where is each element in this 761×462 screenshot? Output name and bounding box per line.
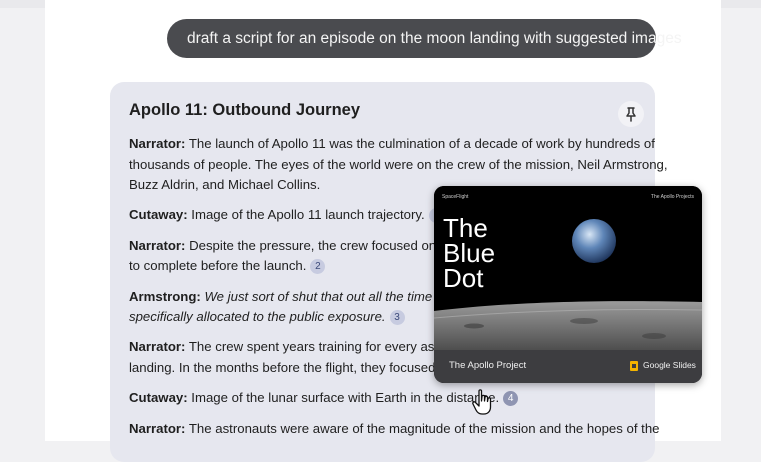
quote-text: specifically allocated to the public exp… <box>129 309 386 324</box>
line-text: The crew spent years training for every … <box>185 339 474 354</box>
line-text: landing. In the months before the flight… <box>129 360 469 375</box>
citation-chip[interactable]: 3 <box>389 310 405 325</box>
slide-title-line: Dot <box>443 263 484 293</box>
script-line: Narrator: The crew spent years training … <box>129 339 474 354</box>
line-text: thousands of people. The eyes of the wor… <box>129 157 668 172</box>
line-text: Image of the lunar surface with Earth in… <box>187 390 500 405</box>
speaker-label: Narrator: <box>129 136 186 151</box>
line-text: Despite the pressure, the crew focused o… <box>185 238 473 253</box>
script-line: Narrator: Despite the pressure, the crew… <box>129 238 473 253</box>
pin-icon <box>626 107 636 122</box>
app-name-label: Google Slides <box>643 360 696 370</box>
script-line: Buzz Aldrin, and Michael Collins. <box>129 177 320 192</box>
presentation-title: The Apollo Project <box>449 360 527 371</box>
slide-project-label: The Apollo Projects <box>650 194 694 200</box>
slides-preview-card[interactable]: SpaceFlight The Apollo Projects The Blue… <box>434 186 702 383</box>
script-line: Cutaway: Image of the lunar surface with… <box>129 390 519 406</box>
speaker-label: Narrator: <box>129 238 186 253</box>
speaker-label: Narrator: <box>129 339 186 354</box>
script-line: Narrator: The astronauts were aware of t… <box>129 421 660 436</box>
script-line: Armstrong: We just sort of shut that out… <box>129 289 468 304</box>
line-text: Image of the Apollo 11 launch trajectory… <box>187 207 425 222</box>
line-text: Buzz Aldrin, and Michael Collins. <box>129 177 321 192</box>
google-slides-icon <box>630 361 638 371</box>
citation-chip[interactable]: 2 <box>310 259 326 274</box>
line-text: The astronauts were aware of the magnitu… <box>185 421 660 436</box>
slide-brand-label: SpaceFlight <box>442 194 469 200</box>
script-line: Cutaway: Image of the Apollo 11 launch t… <box>129 207 444 223</box>
hand-pointer-icon <box>472 389 492 415</box>
script-line: to complete before the launch. 2 <box>129 258 326 274</box>
quote-text: We just sort of shut that out all the ti… <box>200 289 469 304</box>
script-line: specifically allocated to the public exp… <box>129 309 405 325</box>
slide-title: The Blue Dot <box>443 215 495 293</box>
user-prompt-bubble: draft a script for an episode on the moo… <box>167 19 682 58</box>
line-text: to complete before the launch. <box>129 258 307 273</box>
slide-thumbnail[interactable]: SpaceFlight The Apollo Projects The Blue… <box>434 186 702 350</box>
preview-footer[interactable]: The Apollo Project Google Slides <box>434 350 702 383</box>
script-line: thousands of people. The eyes of the wor… <box>129 157 668 172</box>
script-line: landing. In the months before the flight… <box>129 360 468 375</box>
response-title: Apollo 11: Outbound Journey <box>129 101 360 119</box>
speaker-label: Cutaway: <box>129 207 188 222</box>
line-text: The launch of Apollo 11 was the culminat… <box>185 136 655 151</box>
citation-chip[interactable]: 4 <box>503 391 519 406</box>
speaker-label: Cutaway: <box>129 390 188 405</box>
script-line: Narrator: The launch of Apollo 11 was th… <box>129 136 655 151</box>
speaker-label: Narrator: <box>129 421 186 436</box>
speaker-label: Armstrong: <box>129 289 201 304</box>
pin-button[interactable] <box>618 101 644 127</box>
